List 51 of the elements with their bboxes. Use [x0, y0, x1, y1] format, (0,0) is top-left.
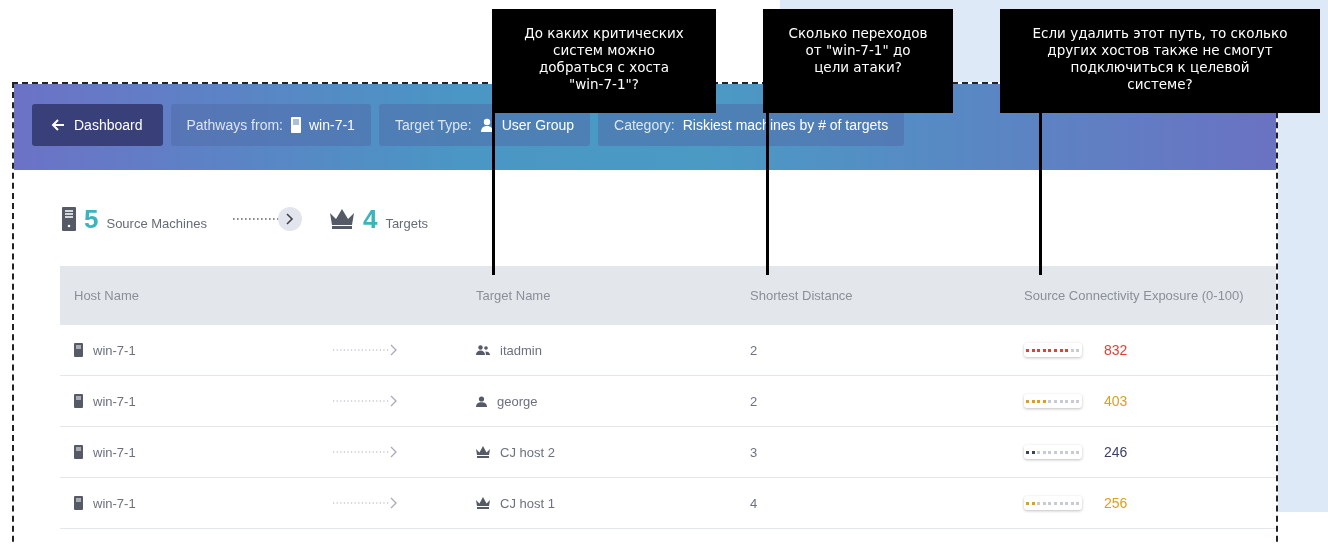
dotted-arrow-icon: [332, 394, 398, 408]
dotted-arrow-icon: [230, 206, 303, 232]
callout: До каких критических систем можно добраться с хоста "win-7-1"?: [492, 9, 716, 113]
crown-icon: [476, 497, 490, 509]
callout: Если удалить этот путь, то сколько других хостов также не смогут подключиться к целевой системе?: [1000, 9, 1320, 113]
column-header: Host Name: [73, 288, 141, 303]
exposure-meter: [1024, 445, 1082, 459]
host-name: win-7-1: [93, 444, 136, 460]
target-name: george: [497, 393, 538, 409]
server-icon: [74, 496, 83, 510]
exposure-value: 256: [1104, 495, 1128, 511]
server-icon: [74, 394, 83, 408]
dotted-arrow-icon: [332, 343, 398, 357]
crown-icon: [476, 446, 490, 458]
source-label: Source Machines: [106, 215, 207, 231]
distance-value: 4: [750, 495, 758, 511]
crown-icon: [328, 208, 355, 230]
server-icon: [62, 207, 76, 231]
back-arrow-icon: [50, 117, 66, 133]
column-header: Target Name: [476, 288, 552, 303]
target-name: itadmin: [500, 342, 542, 358]
host-name: win-7-1: [93, 495, 136, 511]
source-count: 5: [84, 203, 99, 235]
target-name: CJ host 2: [500, 444, 555, 460]
dashboard-button[interactable]: Dashboard: [32, 104, 163, 146]
target-name: CJ host 1: [500, 495, 555, 511]
host-name: win-7-1: [93, 342, 136, 358]
target-count: 4: [362, 203, 378, 235]
exposure-meter: [1024, 496, 1082, 510]
target-label: Targets: [385, 215, 429, 231]
server-icon: [74, 445, 83, 459]
exposure-value: 246: [1104, 444, 1128, 460]
distance-value: 3: [750, 444, 758, 460]
distance-value: 2: [750, 342, 758, 358]
exposure-meter: [1024, 394, 1082, 408]
callout: Сколько переходов от "win-7-1" до цели атаки?: [763, 9, 953, 113]
column-header: Source Connectivity Exposure (0-100): [1024, 288, 1245, 303]
filter-button[interactable]: Pathways from: win-7-1: [170, 104, 371, 146]
user-icon: [476, 395, 487, 407]
dotted-arrow-icon: [332, 445, 398, 459]
exposure-value: 832: [1104, 342, 1128, 358]
user-group-icon: [476, 345, 490, 355]
server-icon: [74, 343, 83, 357]
exposure-value: 403: [1104, 393, 1128, 409]
server-icon: [291, 117, 301, 133]
column-header: Shortest Distance: [750, 288, 854, 303]
host-name: win-7-1: [93, 393, 136, 409]
exposure-meter: [1024, 343, 1082, 357]
dotted-arrow-icon: [332, 496, 398, 510]
distance-value: 2: [750, 393, 758, 409]
user-icon: [479, 118, 494, 132]
